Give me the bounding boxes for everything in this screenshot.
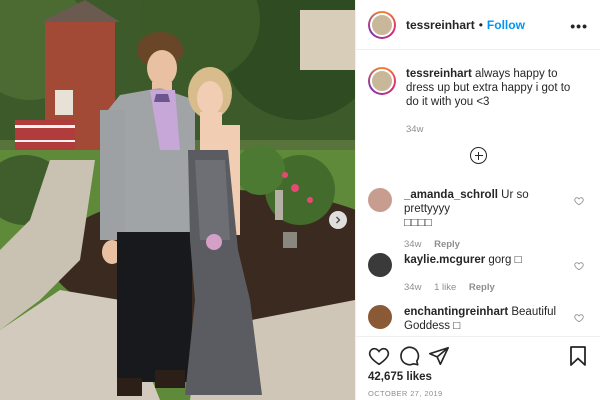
comments-section[interactable]: tessreinhart always happy to dress up bu…: [356, 51, 600, 336]
comment-time: 34w: [404, 282, 422, 293]
comment-username[interactable]: _amanda_schroll: [404, 189, 498, 201]
comment-like-heart-icon[interactable]: [574, 261, 584, 271]
next-photo-button[interactable]: [329, 211, 347, 229]
follow-button[interactable]: Follow: [487, 18, 525, 32]
post-actions: 42,675 likes OCTOBER 27, 2019: [356, 336, 600, 400]
comment-like-heart-icon[interactable]: [574, 196, 584, 206]
comment-like-heart-icon[interactable]: [574, 313, 584, 323]
comment-emoji: □: [514, 254, 522, 266]
more-options-icon[interactable]: •••: [570, 18, 588, 34]
commenter-avatar[interactable]: [368, 253, 392, 277]
likes-count[interactable]: 42,675 likes: [368, 371, 588, 383]
add-circle-icon[interactable]: [470, 147, 487, 164]
comment-text: gorg: [488, 254, 512, 266]
caption-username[interactable]: tessreinhart: [406, 68, 472, 80]
share-icon[interactable]: [428, 345, 450, 367]
bookmark-icon[interactable]: [568, 345, 588, 367]
chevron-right-icon: [336, 216, 341, 224]
comment-username[interactable]: kaylie.mcgurer: [404, 254, 485, 266]
comment-item: _amanda_schroll Ur so prettyyyy □□□□ 34w…: [368, 188, 588, 252]
commenter-avatar[interactable]: [368, 188, 392, 212]
comment-emoji: □□□□: [404, 217, 432, 229]
post-author-avatar[interactable]: [368, 10, 396, 39]
post-header: tessreinhart • Follow •••: [356, 0, 600, 50]
post-caption: tessreinhart always happy to dress up bu…: [356, 51, 600, 137]
caption-author-avatar[interactable]: [368, 67, 396, 95]
heart-icon[interactable]: [368, 345, 390, 367]
post-date: OCTOBER 27, 2019: [368, 389, 443, 398]
post-photo[interactable]: [0, 0, 355, 400]
reply-button[interactable]: Reply: [434, 239, 460, 250]
comment-item: kaylie.mcgurer gorg □ 34w 1 like Reply: [368, 253, 588, 295]
comment-likes[interactable]: 1 like: [434, 282, 456, 293]
comment-username[interactable]: enchantingreinhart: [404, 306, 508, 318]
separator-dot: •: [478, 17, 483, 32]
comment-icon[interactable]: [398, 345, 420, 367]
post-author-username[interactable]: tessreinhart: [406, 18, 475, 32]
post-details-panel: tessreinhart • Follow ••• tessreinhart a…: [355, 0, 600, 400]
reply-button[interactable]: Reply: [469, 282, 495, 293]
comment-item: enchantingreinhart Beautiful Goddess □: [368, 305, 588, 333]
comment-time: 34w: [404, 239, 422, 250]
prom-couple-photo: [0, 0, 355, 400]
commenter-avatar[interactable]: [368, 305, 392, 329]
comment-emoji: □: [453, 320, 461, 332]
caption-time: 34w: [406, 124, 424, 135]
